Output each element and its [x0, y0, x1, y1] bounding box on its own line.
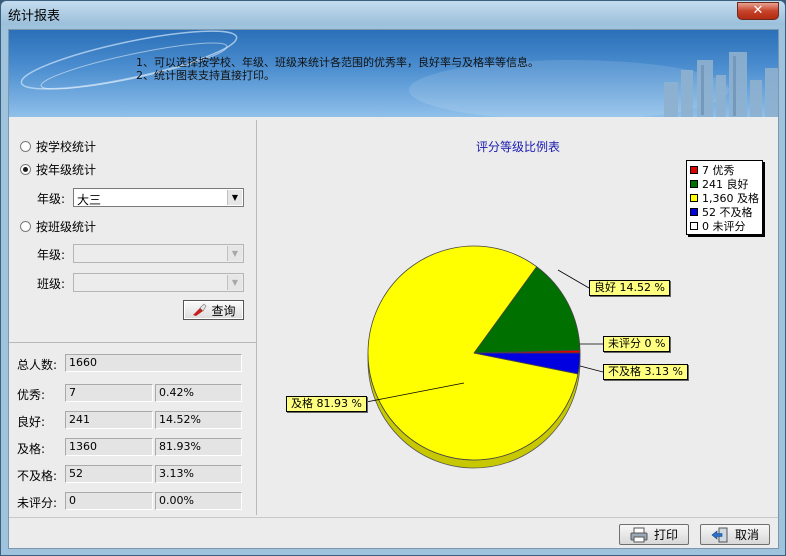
stat-label: 未评分: [17, 496, 58, 510]
legend-entry: 1,360 及格 [690, 191, 759, 205]
stat-label: 及格: [17, 442, 46, 456]
printer-icon [630, 527, 648, 542]
close-button[interactable]: ✕ [737, 2, 779, 20]
chevron-down-icon[interactable]: ▼ [227, 275, 242, 290]
grade-select[interactable]: 大三 ▼ [73, 188, 244, 207]
class-grade-select[interactable]: ▼ [73, 244, 244, 263]
stat-percent: 81.93% [155, 438, 242, 456]
statistics-window: 统计报表 ✕ 1、可以选择按学校、年级、班级来统计各范围的优秀率，良好率与及格率… [0, 0, 786, 556]
stat-percent: 0.42% [155, 384, 242, 402]
chevron-down-icon[interactable]: ▼ [227, 190, 242, 205]
pie-leader-line [579, 365, 604, 373]
legend-entry: 0 未评分 [690, 219, 759, 233]
filter-panel: 按学校统计 按年级统计 年级: 大三 ▼ 按班级统计 年级: ▼ 班级: ▼ 查… [9, 120, 257, 515]
cancel-button[interactable]: 取消 [700, 524, 770, 545]
print-button-label: 打印 [653, 528, 678, 542]
query-button[interactable]: 查询 [183, 300, 244, 320]
class-grade-label: 年级: [37, 248, 66, 262]
stat-label: 不及格: [17, 469, 58, 483]
chart-legend: 7 优秀 241 良好 1,360 及格 52 不及格 0 未评分 [686, 160, 763, 235]
class-select[interactable]: ▼ [73, 273, 244, 292]
radio-by-grade-circle[interactable] [20, 164, 31, 175]
radio-by-class[interactable]: 按班级统计 [20, 218, 96, 235]
legend-swatch [690, 194, 698, 202]
legend-swatch [690, 180, 698, 188]
query-icon [193, 303, 207, 316]
stat-percent: 14.52% [155, 411, 242, 429]
legend-entry: 241 良好 [690, 177, 759, 191]
pie-slice-label: 及格 81.93 % [286, 396, 367, 412]
stat-count: 0 [65, 492, 153, 510]
title-bar[interactable]: 统计报表 ✕ [1, 1, 785, 25]
pie-leader-line [557, 269, 590, 289]
radio-by-class-label: 按班级统计 [36, 220, 97, 234]
stat-count: 7 [65, 384, 153, 402]
stat-percent: 3.13% [155, 465, 242, 483]
grade-select-value: 大三 [77, 193, 102, 207]
exit-icon [711, 527, 728, 542]
class-label: 班级: [37, 277, 66, 291]
chevron-down-icon[interactable]: ▼ [227, 246, 242, 261]
total-label: 总人数: [17, 358, 58, 372]
chart-panel: 评分等级比例表 7 优秀 241 良好 1,360 及格 52 不及格 0 未评分 良好… [258, 120, 778, 515]
total-value: 1660 [65, 354, 242, 372]
cancel-button-label: 取消 [734, 528, 759, 542]
pie-slice-label: 不及格 3.13 % [603, 364, 688, 380]
radio-by-class-circle[interactable] [20, 221, 31, 232]
legend-swatch [690, 208, 698, 216]
stat-count: 1360 [65, 438, 153, 456]
grade-label: 年级: [37, 192, 66, 206]
radio-by-grade[interactable]: 按年级统计 [20, 161, 96, 178]
radio-by-school[interactable]: 按学校统计 [20, 138, 96, 155]
banner-decoration [20, 30, 778, 117]
legend-swatch [690, 166, 698, 174]
legend-text: 0 未评分 [702, 220, 746, 233]
stat-count: 52 [65, 465, 153, 483]
footer-bar: 打印 取消 [9, 517, 778, 548]
pie-slice-label: 良好 14.52 % [589, 280, 670, 296]
info-banner: 1、可以选择按学校、年级、班级来统计各范围的优秀率，良好率与及格率等信息。 2、… [9, 30, 778, 117]
radio-by-grade-label: 按年级统计 [36, 163, 97, 177]
legend-entry: 52 不及格 [690, 205, 759, 219]
stat-percent: 0.00% [155, 492, 242, 510]
window-title: 统计报表 [8, 9, 61, 24]
stat-label: 优秀: [17, 388, 46, 402]
banner-line-2: 2、统计图表支持直接打印。 [136, 69, 275, 82]
legend-swatch [690, 222, 698, 230]
query-button-label: 查询 [211, 303, 236, 318]
panel-divider [9, 342, 257, 343]
print-button[interactable]: 打印 [619, 524, 689, 545]
stat-count: 241 [65, 411, 153, 429]
stat-label: 良好: [17, 415, 46, 429]
radio-by-school-circle[interactable] [20, 141, 31, 152]
client-area: 1、可以选择按学校、年级、班级来统计各范围的优秀率，良好率与及格率等信息。 2、… [8, 29, 779, 549]
legend-entry: 7 优秀 [690, 163, 759, 177]
pie-slice-label: 未评分 0 % [603, 336, 671, 352]
radio-by-school-label: 按学校统计 [36, 140, 97, 154]
